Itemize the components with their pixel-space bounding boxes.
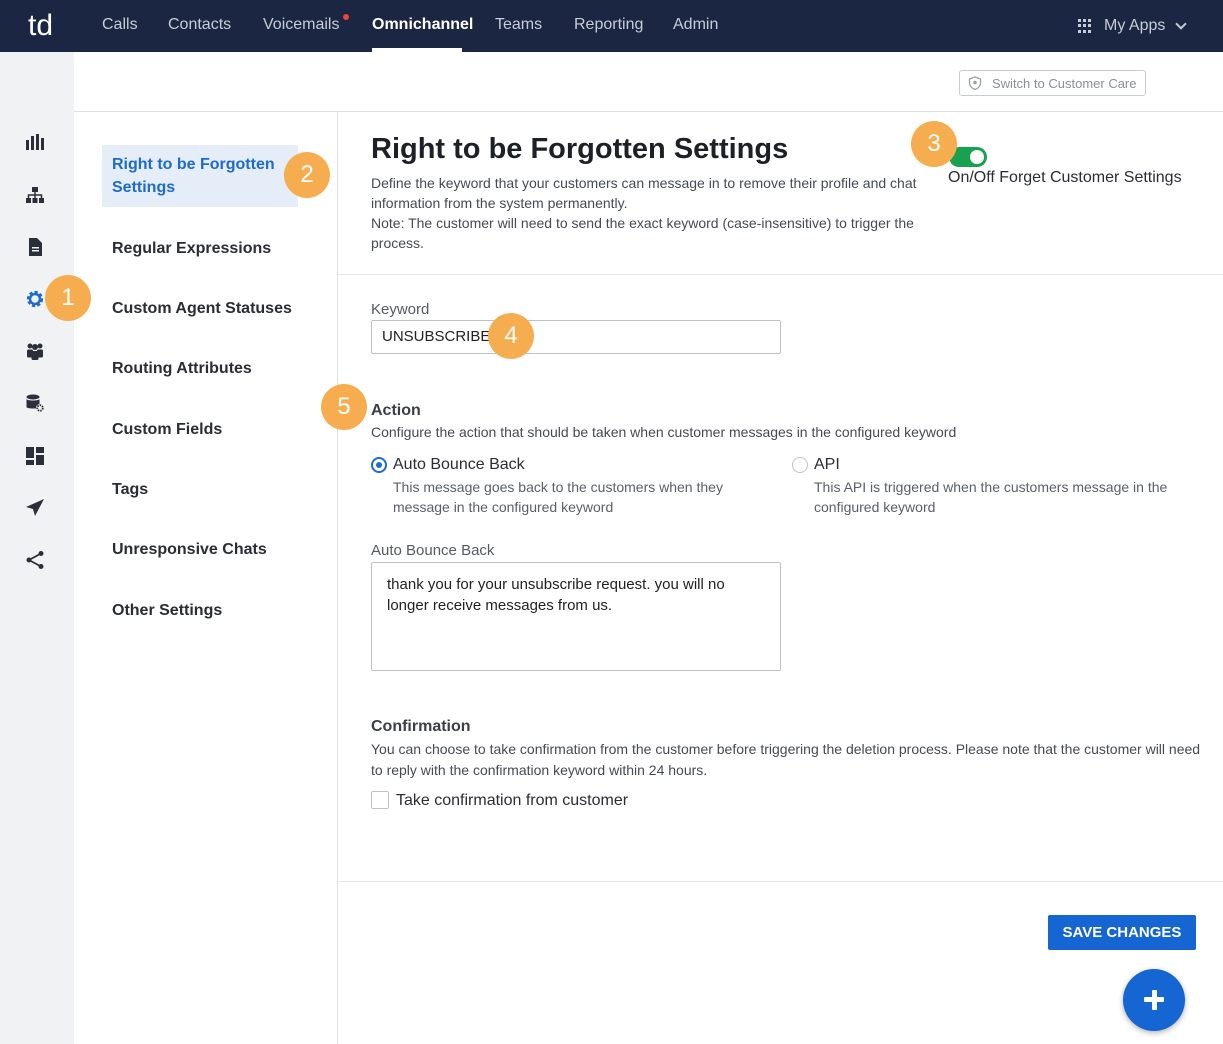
sec-nav-item-other-settings[interactable]: Other Settings bbox=[112, 602, 222, 620]
bar-chart-icon[interactable] bbox=[25, 132, 45, 152]
take-confirmation-label[interactable]: Take confirmation from customer bbox=[396, 792, 628, 810]
page-description: Define the keyword that your customers c… bbox=[371, 173, 941, 253]
team-icon[interactable] bbox=[25, 341, 45, 361]
api-radio[interactable] bbox=[792, 457, 808, 473]
nav-voicemails[interactable]: Voicemails bbox=[263, 0, 339, 52]
sec-nav-item-unresponsive-chats[interactable]: Unresponsive Chats bbox=[112, 541, 267, 559]
td-logo[interactable]: td bbox=[28, 9, 62, 39]
auto-bounce-back-label[interactable]: Auto Bounce Back bbox=[393, 456, 525, 474]
description-text: Define the keyword that your customers c… bbox=[371, 175, 917, 211]
divider bbox=[338, 274, 1223, 275]
confirmation-title: Confirmation bbox=[371, 718, 471, 735]
left-icon-rail bbox=[0, 52, 74, 1044]
sec-nav-active-label[interactable]: Right to be Forgotten Settings bbox=[112, 153, 292, 199]
page-title: Right to be Forgotten Settings bbox=[371, 133, 789, 165]
keyword-label: Keyword bbox=[371, 301, 430, 318]
api-label[interactable]: API bbox=[814, 456, 840, 474]
callout-2: 2 bbox=[284, 152, 330, 198]
callout-4: 4 bbox=[488, 313, 534, 359]
share-icon[interactable] bbox=[25, 550, 45, 570]
footer-divider bbox=[338, 881, 1223, 882]
sub-header: Switch to Customer Care bbox=[74, 52, 1223, 112]
auto-bounce-back-field-label: Auto Bounce Back bbox=[371, 542, 495, 559]
keyword-input[interactable]: UNSUBSCRIBE bbox=[371, 320, 781, 354]
nav-omnichannel[interactable]: Omnichannel bbox=[372, 0, 473, 52]
callout-5: 5 bbox=[321, 384, 367, 430]
nav-admin[interactable]: Admin bbox=[673, 0, 718, 52]
chevron-down-icon bbox=[1175, 17, 1188, 30]
action-description: Configure the action that should be take… bbox=[371, 424, 957, 440]
gear-icon[interactable] bbox=[25, 289, 45, 309]
org-chart-icon[interactable] bbox=[25, 185, 45, 205]
nav-reporting[interactable]: Reporting bbox=[574, 0, 643, 52]
sec-nav-item-routing-attributes[interactable]: Routing Attributes bbox=[112, 360, 252, 378]
svg-text:td: td bbox=[28, 9, 53, 39]
callout-3: 3 bbox=[911, 121, 957, 167]
take-confirmation-checkbox[interactable] bbox=[371, 791, 389, 809]
confirmation-description: You can choose to take confirmation from… bbox=[371, 741, 1201, 778]
sec-nav-item-custom-fields[interactable]: Custom Fields bbox=[112, 421, 222, 439]
nav-contacts[interactable]: Contacts bbox=[168, 0, 231, 52]
document-icon[interactable] bbox=[25, 237, 45, 257]
add-fab-button[interactable] bbox=[1123, 969, 1185, 1031]
toggle-knob bbox=[970, 150, 984, 164]
nav-teams[interactable]: Teams bbox=[495, 0, 542, 52]
my-apps-menu[interactable]: My Apps bbox=[1078, 0, 1188, 52]
callout-1: 1 bbox=[45, 275, 91, 321]
main-content: Right to be Forgotten Settings Define th… bbox=[338, 112, 1223, 1044]
description-note: Note: The customer will need to send the… bbox=[371, 215, 914, 251]
voicemail-notification-dot bbox=[343, 14, 349, 20]
api-description: This API is triggered when the customers… bbox=[814, 479, 1168, 515]
auto-bounce-back-radio[interactable] bbox=[371, 457, 387, 473]
auto-bounce-back-textarea[interactable]: thank you for your unsubscribe request. … bbox=[371, 562, 781, 671]
shield-icon bbox=[968, 76, 982, 90]
sec-nav-item-regular-expressions[interactable]: Regular Expressions bbox=[112, 240, 271, 258]
database-settings-icon[interactable] bbox=[25, 393, 45, 413]
apps-grid-icon bbox=[1078, 19, 1092, 33]
settings-nav: Right to be Forgotten Settings Regular E… bbox=[74, 112, 338, 1044]
sec-nav-item-tags[interactable]: Tags bbox=[112, 481, 148, 499]
top-nav: td Calls Contacts Voicemails Omnichannel… bbox=[0, 0, 1223, 52]
nav-calls[interactable]: Calls bbox=[102, 0, 138, 52]
my-apps-label: My Apps bbox=[1104, 17, 1166, 34]
sec-nav-item-custom-agent-statuses[interactable]: Custom Agent Statuses bbox=[112, 300, 292, 318]
send-icon[interactable] bbox=[25, 498, 45, 518]
auto-bounce-back-description: This message goes back to the customers … bbox=[393, 479, 723, 515]
toggle-label: On/Off Forget Customer Settings bbox=[948, 169, 1182, 186]
switch-label: Switch to Customer Care bbox=[992, 75, 1137, 91]
action-title: Action bbox=[371, 402, 421, 419]
switch-to-customer-care-button[interactable]: Switch to Customer Care bbox=[959, 70, 1146, 96]
save-changes-button[interactable]: SAVE CHANGES bbox=[1048, 915, 1196, 950]
dashboard-icon[interactable] bbox=[25, 446, 45, 466]
